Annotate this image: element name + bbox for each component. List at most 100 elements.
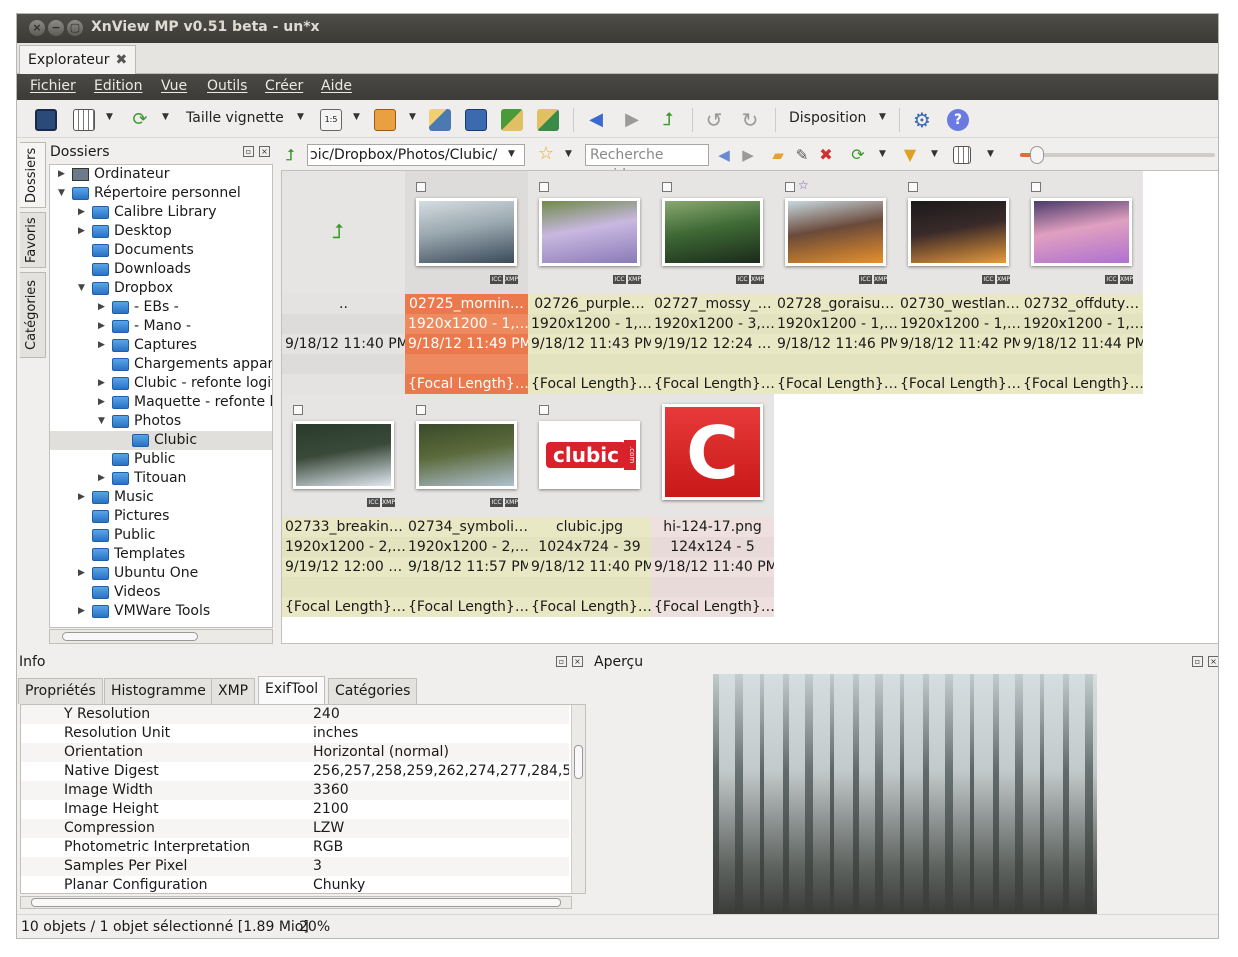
grid-view-dropdown-arrow[interactable]: ▼ — [987, 149, 994, 159]
view-dropdown-arrow[interactable]: ▼ — [106, 112, 113, 122]
thumbnail-cell[interactable]: ICC XMP 02733_breakin… 1920x1200 - 2,… 9/19/… — [282, 394, 405, 617]
thumbnail-image[interactable] — [539, 198, 640, 266]
panel-float-icon[interactable]: ▫ — [243, 146, 254, 157]
thumbnail-cell[interactable]: ICC XMP 02727_mossy_… 1920x1200 - 3,… 9/19/1… — [651, 171, 774, 394]
menu-vue[interactable]: Vue — [161, 78, 187, 94]
select-checkbox[interactable] — [293, 405, 303, 415]
thumbnail-image[interactable] — [293, 421, 394, 489]
folder-tree-item[interactable]: ▼ Photos — [50, 412, 272, 431]
thumb-size-label[interactable]: Taille vignette — [186, 110, 284, 126]
folder-tree-item[interactable]: Templates — [50, 545, 272, 564]
thumbnail-area[interactable]: ICC XMP — [651, 171, 774, 294]
exif-row[interactable]: Orientation Horizontal (normal) — [21, 743, 569, 762]
scrollbar-thumb[interactable] — [62, 632, 198, 641]
thumbnail-area[interactable]: C — [651, 394, 774, 517]
panel-float-icon[interactable]: ▫ — [556, 656, 567, 667]
exif-row[interactable]: Compression LZW — [21, 819, 569, 838]
side-tab-categories[interactable]: Catégories — [20, 272, 46, 358]
expanded-arrow-icon[interactable]: ▼ — [58, 184, 68, 203]
tab-exiftool[interactable]: ExifTool — [258, 676, 326, 704]
folder-tree-item[interactable]: Public — [50, 526, 272, 545]
fullscreen-icon[interactable] — [35, 109, 57, 131]
folder-tree-icon[interactable] — [429, 109, 451, 131]
exif-vscrollbar[interactable] — [571, 705, 585, 893]
tab-explorateur[interactable]: Explorateur ✖ — [19, 45, 137, 74]
filter-dropdown-arrow[interactable]: ▼ — [931, 149, 938, 159]
help-icon[interactable]: ? — [947, 109, 969, 131]
thumbnail-area[interactable]: clubic .com — [528, 394, 651, 517]
folder-tree-item[interactable]: ▶ Maquette - refonte l — [50, 393, 272, 412]
folder-tree-item[interactable]: ▼ Dropbox — [50, 279, 272, 298]
layout-dropdown-arrow[interactable]: ▼ — [879, 112, 886, 122]
collapsed-arrow-icon[interactable]: ▶ — [98, 336, 108, 355]
thumbnail-image[interactable] — [785, 198, 886, 266]
exif-row[interactable]: Planar Configuration Chunky — [21, 876, 569, 893]
exif-table[interactable]: Y Resolution 240 Resolution Unit inches Orie… — [20, 704, 586, 894]
folder-tree-item[interactable]: Clubic — [50, 431, 272, 450]
favorite-star-icon[interactable]: ☆ — [535, 143, 557, 165]
back-arrow-icon[interactable]: ◀ — [585, 109, 607, 131]
thumbnail-size-slider[interactable] — [1020, 146, 1215, 164]
collapsed-arrow-icon[interactable]: ▶ — [78, 203, 88, 222]
go-up-icon[interactable]: ⮥ — [279, 144, 301, 166]
exif-row[interactable]: Resolution Unit inches — [21, 724, 569, 743]
slider-handle[interactable] — [1030, 146, 1044, 164]
collapsed-arrow-icon[interactable]: ▶ — [78, 488, 88, 507]
tab-categories[interactable]: Catégories — [328, 678, 418, 704]
folder-tree-item[interactable]: ▼ Répertoire personnel — [50, 184, 272, 203]
panel-close-icon[interactable]: × — [572, 656, 583, 667]
menu-outils[interactable]: Outils — [207, 78, 247, 94]
thumbnail-area[interactable]: ICC XMP — [1020, 171, 1143, 294]
thumbnail-cell[interactable]: ICC XMP 02730_westlan… 1920x1200 - 1,… 9/18/… — [897, 171, 1020, 394]
folder-tree-item[interactable]: ▶ - Mano - — [50, 317, 272, 336]
settings-gear-icon[interactable]: ⚙ — [911, 109, 933, 131]
folder-tree-item[interactable]: Videos — [50, 583, 272, 602]
refresh-dropdown-arrow[interactable]: ▼ — [162, 112, 169, 122]
thumbnail-cell[interactable]: ICC XMP 02726_purple… 1920x1200 - 1,… 9/18/1… — [528, 171, 651, 394]
exif-row[interactable]: Native Digest 256,257,258,259,262,274,277… — [21, 762, 569, 781]
rename-icon[interactable]: ✎ — [791, 144, 813, 166]
thumbnail-area[interactable]: ICC XMP — [897, 171, 1020, 294]
thumbnail-cell[interactable]: Chi-124-17.png 124x124 - 5 9/18/12 11:40 P… — [651, 394, 774, 617]
side-tab-favoris[interactable]: Favoris — [20, 212, 46, 268]
thumbnail-area[interactable]: ⮥ — [282, 171, 405, 294]
thumbnail-view-icon[interactable] — [73, 109, 95, 131]
thumbnail-image[interactable]: clubic .com — [539, 421, 640, 489]
folder-tree-item[interactable]: ▶ Captures — [50, 336, 272, 355]
bookmark-dropdown-arrow[interactable]: ▼ — [409, 112, 416, 122]
title-bar[interactable]: × − ▢ XnView MP v0.51 beta - un*x — [17, 14, 1218, 43]
folder-tree-item[interactable]: Pictures — [50, 507, 272, 526]
scrollbar-thumb[interactable] — [574, 745, 583, 779]
folder-tree-item[interactable]: ▶ Music — [50, 488, 272, 507]
exif-row[interactable]: Photometric Interpretation RGB — [21, 838, 569, 857]
exif-row[interactable]: Samples Per Pixel 3 — [21, 857, 569, 876]
select-checkbox[interactable] — [1031, 182, 1041, 192]
tab-xmp[interactable]: XMP — [211, 678, 256, 704]
thumbnail-area[interactable]: ICC XMP — [405, 394, 528, 517]
thumbnail-area[interactable]: ICC XMP — [405, 171, 528, 294]
batch-icon[interactable] — [537, 109, 559, 131]
new-folder-icon[interactable]: ▰ — [767, 144, 789, 166]
panel-float-icon[interactable]: ▫ — [1192, 656, 1203, 667]
folder-tree-hscrollbar[interactable] — [49, 629, 273, 644]
select-checkbox[interactable] — [416, 182, 426, 192]
folder-tree-item[interactable]: Chargements appare — [50, 355, 272, 374]
quick-search-input[interactable]: Recherche rapide — [585, 144, 709, 183]
expanded-arrow-icon[interactable]: ▼ — [98, 412, 108, 431]
folder-tree-item[interactable]: ▶ Ubuntu One — [50, 564, 272, 583]
tab-proprietes[interactable]: Propriétés — [18, 678, 103, 704]
thumbnail-image[interactable] — [662, 198, 763, 266]
minimize-window-button[interactable]: − — [48, 20, 64, 36]
collapsed-arrow-icon[interactable]: ▶ — [98, 469, 108, 488]
tab-histogramme[interactable]: Histogramme — [104, 678, 213, 704]
thumbnail-image[interactable] — [908, 198, 1009, 266]
exif-row[interactable]: Image Height 2100 — [21, 800, 569, 819]
sort-dropdown-arrow[interactable]: ▼ — [353, 112, 360, 122]
folder-tree-item[interactable]: ▶ Clubic - refonte logitl — [50, 374, 272, 393]
panel-close-icon[interactable]: × — [259, 146, 270, 157]
menu-creer[interactable]: Créer — [265, 78, 303, 94]
thumbnail-cell[interactable]: ICC XMP 02725_mornin… 1920x1200 - 1,… 9/18/1… — [405, 171, 528, 394]
exif-hscrollbar[interactable] — [20, 896, 572, 909]
select-checkbox[interactable] — [908, 182, 918, 192]
select-checkbox[interactable] — [662, 182, 672, 192]
